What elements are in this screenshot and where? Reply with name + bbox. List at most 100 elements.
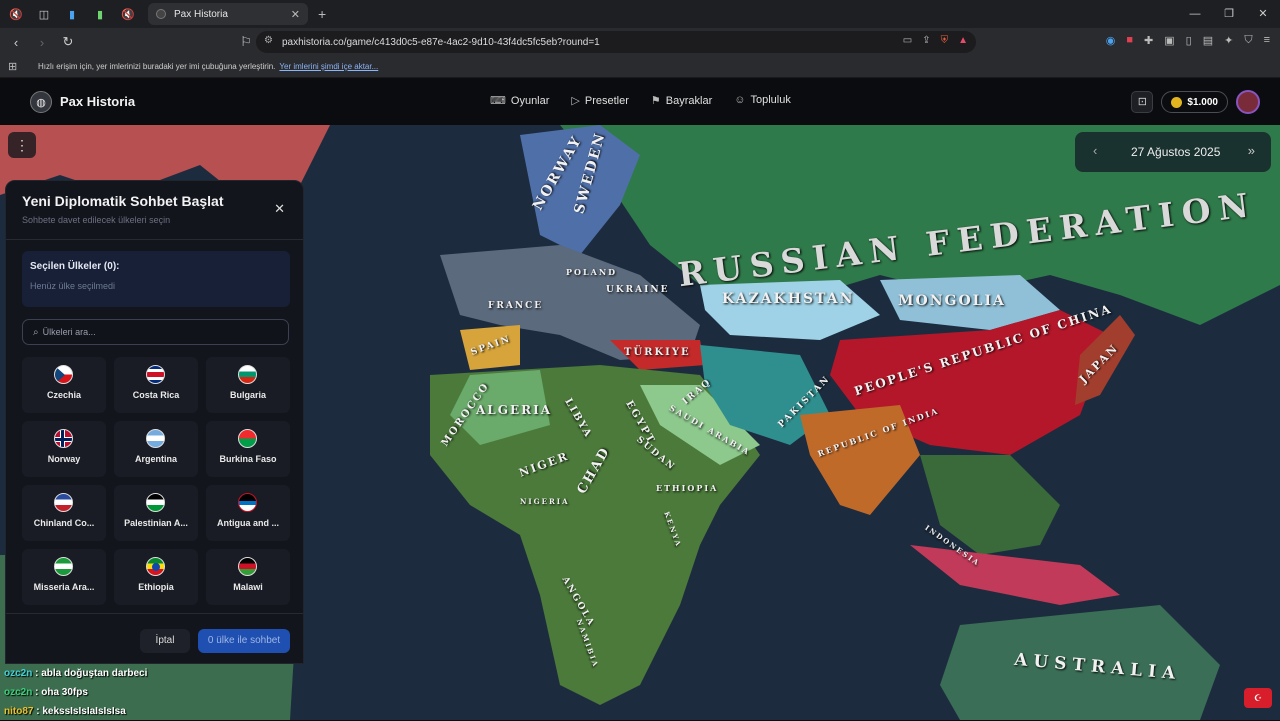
url-text: paxhistoria.co/game/c413d0c5-e87e-4ac2-9… [282, 36, 600, 48]
address-bar[interactable]: ⚙ paxhistoria.co/game/c413d0c5-e87e-4ac2… [256, 31, 976, 53]
pinned-tab-1[interactable]: 🔇 [4, 4, 28, 24]
bookmarks-hint: Hızlı erişim için, yer imlerinizi burada… [38, 62, 276, 71]
label-algeria: ALGERIA [476, 403, 553, 417]
brand-name[interactable]: Pax Historia [60, 94, 135, 109]
screenshot-icon[interactable]: ▣ [1164, 34, 1174, 47]
chinland-flag-icon [54, 493, 73, 512]
nav-presets[interactable]: ▷ Presetler [571, 94, 629, 107]
vpn-icon[interactable]: ⛉ [1244, 34, 1252, 47]
close-window-icon[interactable]: ✕ [1246, 0, 1280, 28]
country-name: Misseria Ara... [33, 582, 95, 592]
site-info-icon[interactable]: ⚙ [264, 35, 273, 46]
pinned-tab-3[interactable]: ▮ [60, 4, 84, 24]
pinned-tab-5[interactable]: 🔇 [116, 4, 140, 24]
map-menu-icon[interactable]: ⋮ [8, 132, 36, 158]
minimize-icon[interactable]: — [1178, 0, 1212, 28]
cancel-button[interactable]: İptal [140, 629, 190, 653]
label-nigeria: NIGERIA [520, 497, 570, 506]
apps-grid-icon[interactable]: ⊞ [8, 60, 17, 73]
country-malawi[interactable]: Malawi [206, 549, 290, 605]
browser-tabbar: 🔇 ◫ ▮ ▮ 🔇 Pax Historia ✕ + — ❐ ✕ [0, 0, 1280, 28]
reload-icon[interactable]: ↻ [58, 34, 78, 50]
country-costa-rica[interactable]: Costa Rica [114, 357, 198, 413]
country-antigua[interactable]: Antigua and ... [206, 485, 290, 541]
sidebar-icon[interactable]: ▯ [1186, 34, 1192, 47]
close-icon[interactable]: ✕ [291, 8, 300, 21]
country-name: Burkina Faso [219, 454, 277, 464]
selected-countries-box: Seçilen Ülkeler (0): Henüz ülke seçilmed… [22, 251, 290, 307]
country-palestinian[interactable]: Palestinian A... [114, 485, 198, 541]
antigua-flag-icon [238, 493, 257, 512]
puzzle-icon[interactable]: ✚ [1144, 34, 1153, 47]
coin-icon [1171, 96, 1183, 108]
pinned-tab-4[interactable]: ▮ [88, 4, 112, 24]
chat-message: ozc2n : abla doğuştan darbeci [4, 668, 148, 679]
ai-icon[interactable]: ✦ [1224, 34, 1233, 47]
search-icon: ⌕ [33, 326, 39, 338]
main-nav: ⌨ Oyunlar ▷ Presetler ⚑ Bayraklar ☺ Topluluk [490, 94, 791, 107]
nav-community[interactable]: ☺ Topluluk [734, 94, 791, 107]
country-argentina[interactable]: Argentina [114, 421, 198, 477]
app-header: ◍ Pax Historia ⌨ Oyunlar ▷ Presetler ⚑ Bayr… [0, 79, 1280, 125]
country-search[interactable]: ⌕ [22, 319, 289, 345]
country-czechia[interactable]: Czechia [22, 357, 106, 413]
country-ethiopia[interactable]: Ethiopia [114, 549, 198, 605]
country-norway[interactable]: Norway [22, 421, 106, 477]
search-input[interactable] [42, 327, 263, 337]
country-name: Malawi [233, 582, 263, 592]
close-icon[interactable]: ✕ [274, 201, 285, 217]
shield-icon[interactable]: ⛨ [941, 35, 949, 46]
misseria-flag-icon [54, 557, 73, 576]
chat-message: nito87 : kekssIsIsIaIsIsIsa [4, 706, 126, 717]
country-name: Palestinian A... [124, 518, 188, 528]
back-icon[interactable]: ‹ [6, 35, 26, 50]
avatar[interactable] [1236, 90, 1260, 114]
nav-games[interactable]: ⌨ Oyunlar [490, 94, 549, 107]
window-controls: — ❐ ✕ [1178, 0, 1280, 28]
previous-turn-icon[interactable]: ‹ [1093, 143, 1097, 158]
nav-flags[interactable]: ⚑ Bayraklar [651, 94, 712, 107]
country-name: Bulgaria [229, 390, 266, 400]
label-france: FRANCE [488, 301, 544, 311]
restore-icon[interactable]: ❐ [1212, 0, 1246, 28]
wallet-icon[interactable]: ▤ [1203, 34, 1213, 47]
import-bookmarks-link[interactable]: Yer imlerini şimdi içe aktar... [279, 62, 378, 71]
coin-amount: $1.000 [1187, 96, 1218, 108]
bulgaria-flag-icon [238, 365, 257, 384]
country-chinland[interactable]: Chinland Co... [22, 485, 106, 541]
czechia-flag-icon [54, 365, 73, 384]
country-burkina-faso[interactable]: Burkina Faso [206, 421, 290, 477]
globe-logo-icon[interactable]: ◍ [30, 91, 52, 113]
play-icon: ▷ [571, 95, 580, 107]
audio-icon[interactable]: ◉ [1106, 34, 1116, 47]
cast-icon[interactable]: ▭ [903, 35, 912, 46]
start-chat-button[interactable]: 0 ülke ile sohbet [198, 629, 290, 653]
language-flag-icon[interactable]: ☪ [1244, 688, 1272, 708]
bookmark-icon[interactable]: ⚐ [236, 34, 256, 50]
tab-title: Pax Historia [174, 8, 228, 20]
gift-icon[interactable]: ⊡ [1131, 91, 1154, 113]
tab-pax-historia[interactable]: Pax Historia ✕ [148, 3, 308, 25]
new-tab-icon[interactable]: + [318, 6, 326, 22]
label-ukraine: UKRAINE [606, 285, 670, 295]
share-icon[interactable]: ⇪ [922, 35, 930, 46]
coin-balance[interactable]: $1.000 [1161, 91, 1228, 113]
pinned-tab-2[interactable]: ◫ [32, 4, 56, 24]
menu-icon[interactable]: ≡ [1264, 34, 1270, 47]
palestine-flag-icon [146, 493, 165, 512]
rewards-icon[interactable]: ▲ [958, 35, 968, 46]
forward-icon[interactable]: › [32, 35, 52, 50]
country-misseria[interactable]: Misseria Ara... [22, 549, 106, 605]
extension-red-icon[interactable]: ■ [1126, 34, 1133, 47]
panel-subtitle: Sohbete davet edilecek ülkeleri seçin [22, 215, 171, 225]
fast-forward-icon[interactable]: » [1248, 143, 1255, 158]
label-ethiopia: ETHIOPIA [656, 483, 719, 493]
users-icon: ☺ [734, 94, 746, 106]
game-date: 27 Ağustos 2025 [1131, 145, 1221, 159]
chat-message: ozc2n : oha 30fps [4, 687, 88, 698]
flag-icon: ⚑ [650, 95, 661, 107]
selected-countries-empty: Henüz ülke seçilmedi [30, 281, 116, 291]
country-bulgaria[interactable]: Bulgaria [206, 357, 290, 413]
ethiopia-flag-icon [146, 557, 165, 576]
label-turkiye: TÜRKIYE [624, 347, 691, 358]
